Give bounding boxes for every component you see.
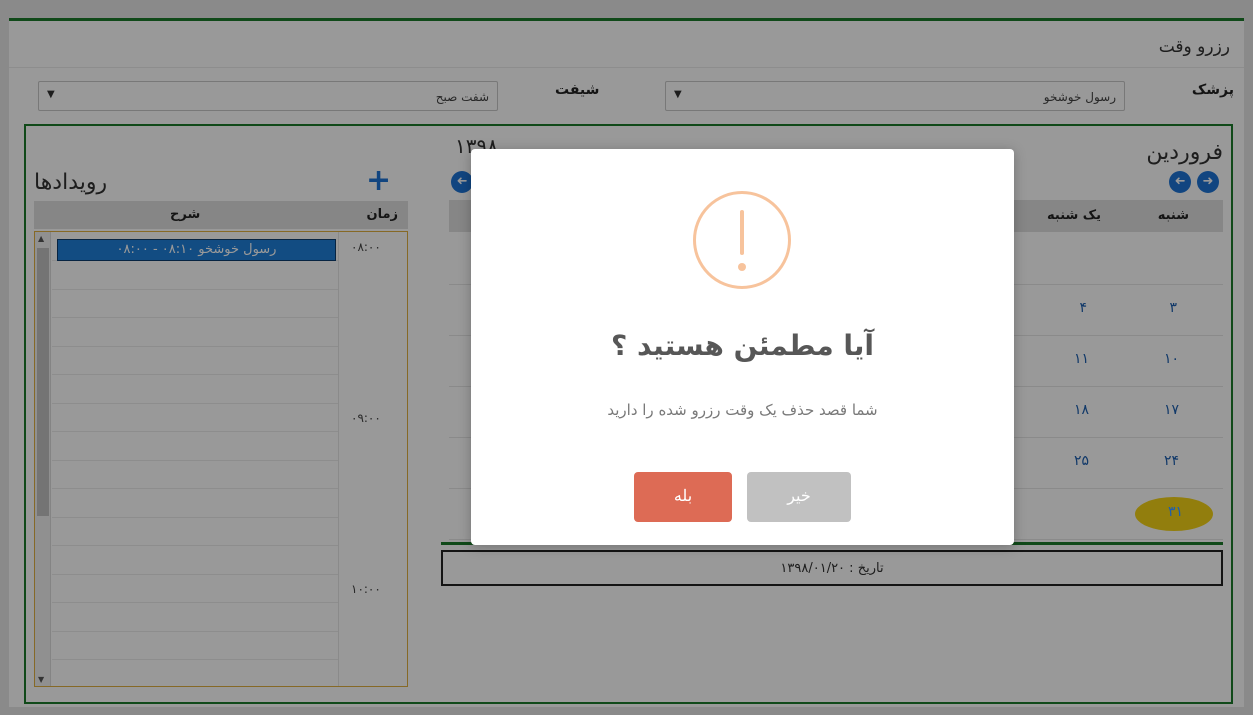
dialog-message: شما قصد حذف یک وقت رزرو شده را دارید	[607, 401, 878, 419]
confirm-dialog: آیا مطمئن هستید ؟ شما قصد حذف یک وقت رزر…	[471, 149, 1014, 545]
warning-icon	[693, 191, 791, 289]
dialog-title: آیا مطمئن هستید ؟	[610, 329, 875, 362]
calendar-day-today[interactable]: ۳۱	[1168, 504, 1183, 520]
confirm-button[interactable]: بله	[634, 472, 732, 522]
cancel-button[interactable]: خیر	[747, 472, 851, 522]
